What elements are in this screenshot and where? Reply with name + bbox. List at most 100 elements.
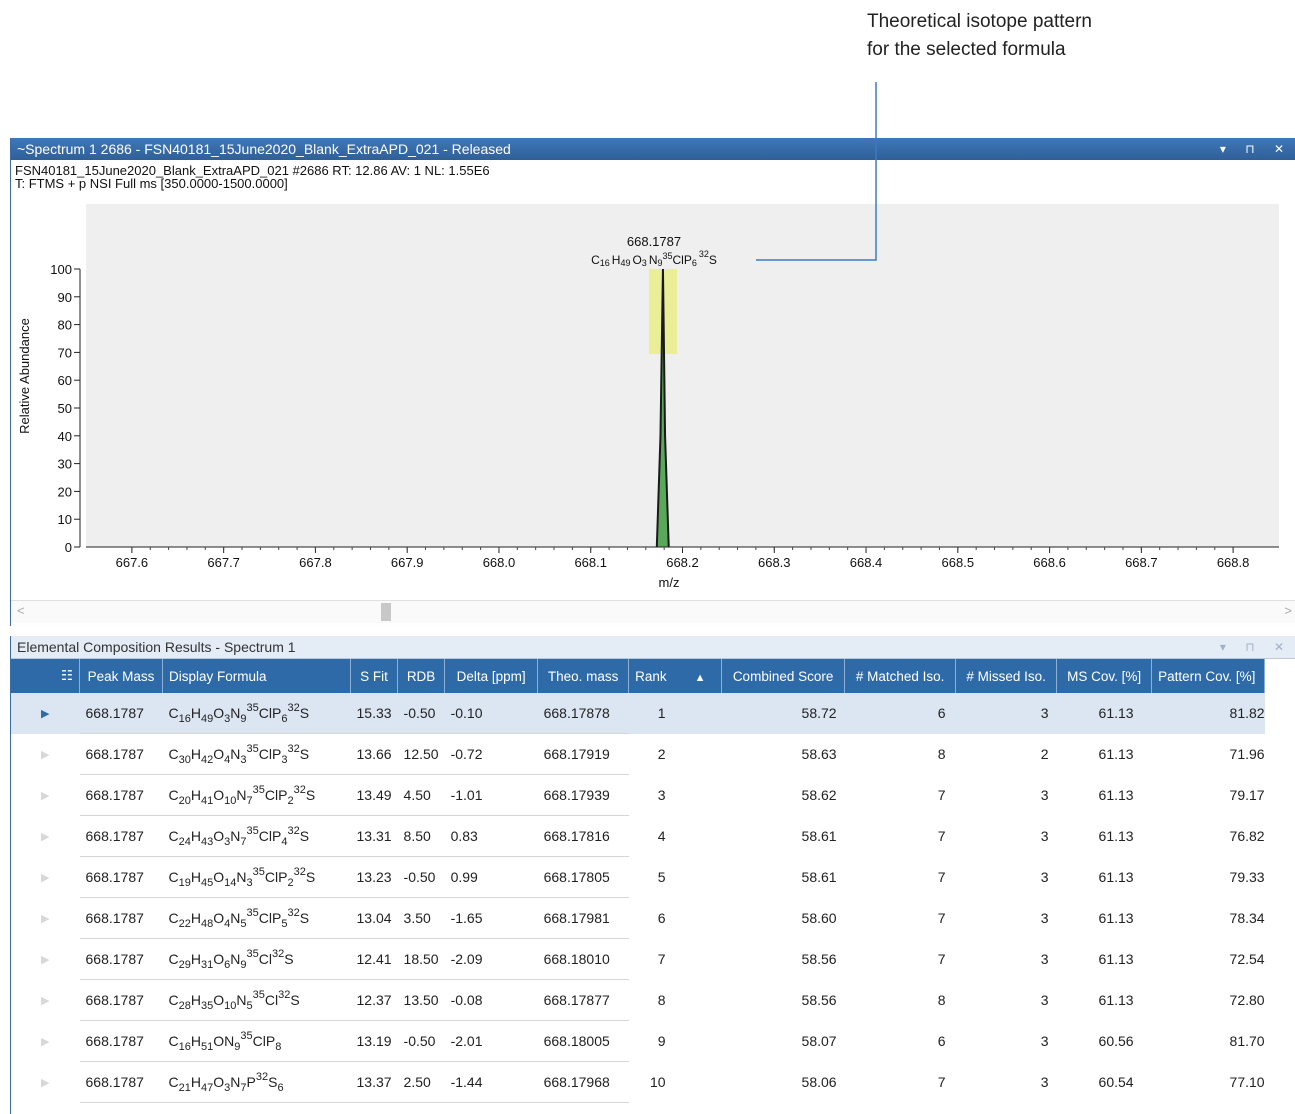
element-symbol: ClP (258, 704, 282, 721)
scroll-thumb[interactable] (381, 603, 391, 621)
table-row[interactable]: ▶ 668.1787 C24H43O3N735ClP432S 13.31 8.50 0.8… (11, 815, 1265, 857)
sfit-cell: 13.66 (350, 733, 398, 775)
element-symbol: C (168, 868, 179, 885)
horizontal-scrollbar[interactable]: < > (11, 600, 1295, 623)
row-indicator-icon: ▶ (41, 830, 50, 843)
sfit-cell: 15.33 (350, 693, 398, 734)
table-row[interactable]: ▶ 668.1787 C30H42O4N335ClP332S 13.66 12.50 -0… (11, 733, 1265, 775)
element-symbol: N (230, 704, 241, 721)
element-symbol: N (230, 827, 241, 844)
table-row[interactable]: ▶ 668.1787 C20H41O10N735ClP232S 13.49 4.50 -1… (11, 774, 1265, 816)
ms-cov-cell: 61.13 (1098, 828, 1134, 844)
x-tick-label: 668.1 (574, 555, 607, 570)
element-symbol: H (190, 786, 201, 803)
column-header[interactable]: # Matched Iso. (844, 659, 957, 693)
table-row[interactable]: ▶ 668.1787 C22H48O4N535ClP532S 13.04 3.50 -1.… (11, 897, 1265, 939)
sfit-cell: 13.23 (350, 856, 398, 898)
ms-cov-cell: 61.13 (1098, 869, 1134, 885)
results-titlebar: Elemental Composition Results - Spectrum… (11, 636, 1295, 659)
combined-score-cell: 58.61 (801, 869, 837, 885)
column-header-rank[interactable]: Rank ▲ (628, 659, 723, 693)
element-count: 4 (281, 835, 288, 848)
results-table: ☷ Peak Mass Display Formula S Fit RDB De… (11, 659, 1266, 1103)
element-count: 20 (178, 794, 191, 807)
isotope-superscript: 35 (246, 906, 259, 919)
column-header[interactable]: Theo. mass (537, 659, 630, 693)
formula-clp: ClP (673, 253, 692, 267)
sfit-cell: 12.37 (350, 979, 398, 1021)
table-row[interactable]: ▶ 668.1787 C29H31O6N935Cl32S 12.41 18.50 -2.0… (11, 938, 1265, 980)
column-header[interactable]: Peak Mass (79, 659, 163, 693)
rdb-cell: 8.50 (397, 815, 445, 857)
column-header[interactable]: # Missed Iso. (955, 659, 1058, 693)
missed-iso-cell: 3 (1040, 910, 1049, 926)
spectrum-titlebar: ~Spectrum 1 2686 - FSN40181_15June2020_B… (11, 138, 1295, 160)
x-tick-label: 668.3 (758, 555, 791, 570)
row-indicator-icon: ▶ (41, 994, 50, 1007)
formula-h-count: 49 (620, 258, 630, 268)
y-tick-label: 40 (58, 429, 72, 444)
peak-mass-cell: 668.1787 (79, 815, 163, 857)
formula-cell: C21H47O3N7P32S6 (162, 1061, 351, 1103)
element-symbol: N (230, 745, 241, 762)
element-count: 8 (275, 1040, 282, 1053)
formula-iso1: 35 (663, 251, 673, 261)
scroll-right-arrow[interactable]: > (1284, 603, 1292, 618)
element-symbol: S (299, 827, 310, 844)
element-count: 22 (178, 917, 191, 930)
pattern-cov-cell: 72.80 (1229, 992, 1265, 1008)
table-row[interactable]: ▶ 668.1787 C16H51ON935ClP8 13.19 -0.50 -2.01 6… (11, 1020, 1265, 1062)
column-header[interactable]: MS Cov. [%] (1056, 659, 1153, 693)
column-header[interactable]: Combined Score (721, 659, 846, 693)
column-chooser-icon[interactable]: ☷ (11, 659, 80, 693)
x-axis-title: m/z (659, 575, 680, 590)
column-header[interactable]: RDB (397, 659, 446, 693)
scroll-left-arrow[interactable]: < (17, 603, 25, 618)
column-header[interactable]: Delta [ppm] (444, 659, 539, 693)
callout-line2: for the selected formula (867, 39, 1066, 60)
element-count: 10 (224, 999, 237, 1012)
missed-iso-cell: 3 (1040, 828, 1049, 844)
y-tick-label: 20 (58, 484, 72, 499)
isotope-superscript: 35 (252, 783, 265, 796)
ms-cov-cell: 61.13 (1056, 693, 1152, 734)
theo-mass-cell: 668.17939 (537, 774, 629, 816)
element-count: 42 (201, 753, 214, 766)
panel-controls-icon[interactable]: ▾ ⊓ ✕ (1220, 138, 1292, 160)
isotope-superscript: 35 (240, 1029, 253, 1042)
element-count: 28 (178, 999, 191, 1012)
combined-score-cell: 58.72 (721, 693, 845, 734)
peak-mass-cell: 668.1787 (79, 693, 163, 734)
x-tick-label: 668.8 (1217, 555, 1250, 570)
rdb-cell: -0.50 (397, 856, 445, 898)
column-header[interactable]: S Fit (350, 659, 399, 693)
element-count: 43 (201, 835, 214, 848)
panel-controls-icon[interactable]: ▾ ⊓ ✕ (1220, 636, 1292, 658)
element-symbol: H (190, 868, 201, 885)
table-row[interactable]: ▶ 668.1787 C21H47O3N7P32S6 13.37 2.50 -1.44 66… (11, 1061, 1265, 1103)
matched-iso-cell: 7 (937, 828, 946, 844)
element-symbol: S (299, 704, 310, 721)
element-symbol: H (190, 745, 201, 762)
element-count: 21 (178, 1081, 191, 1094)
scan-header: FSN40181_15June2020_Blank_ExtraAPD_021 #… (11, 160, 1295, 190)
isotope-superscript: 35 (246, 824, 259, 837)
spectrum-chart[interactable]: 667.6 667.7 667.8 667.9 668.0 668.1 668.2 668.3… (11, 204, 1295, 604)
table-row[interactable]: ▶ 668.1787 C19H45O14N335ClP232S 13.23 -0.50 0… (11, 856, 1265, 898)
sfit-cell: 12.41 (350, 938, 398, 980)
rank-cell: 10 (650, 1074, 666, 1090)
element-symbol: S (284, 950, 294, 967)
ms-cov-cell: 61.13 (1098, 951, 1134, 967)
element-count: 7 (246, 794, 253, 807)
element-count: 2 (287, 876, 294, 889)
column-header[interactable]: Pattern Cov. [%] (1151, 659, 1266, 693)
table-row[interactable]: ▶ 668.1787 C16H49O3N935ClP632S 15.33 -0.50 -0… (11, 693, 1265, 734)
element-count: 35 (201, 999, 214, 1012)
element-symbol: C (168, 950, 179, 967)
column-header[interactable]: Display Formula (162, 659, 351, 693)
table-row[interactable]: ▶ 668.1787 C28H35O10N535Cl32S 12.37 13.50 -0.… (11, 979, 1265, 1021)
element-symbol: N (230, 950, 241, 967)
element-count: 14 (224, 876, 237, 889)
element-symbol: H (190, 1032, 201, 1049)
element-symbol: N (230, 1073, 241, 1090)
